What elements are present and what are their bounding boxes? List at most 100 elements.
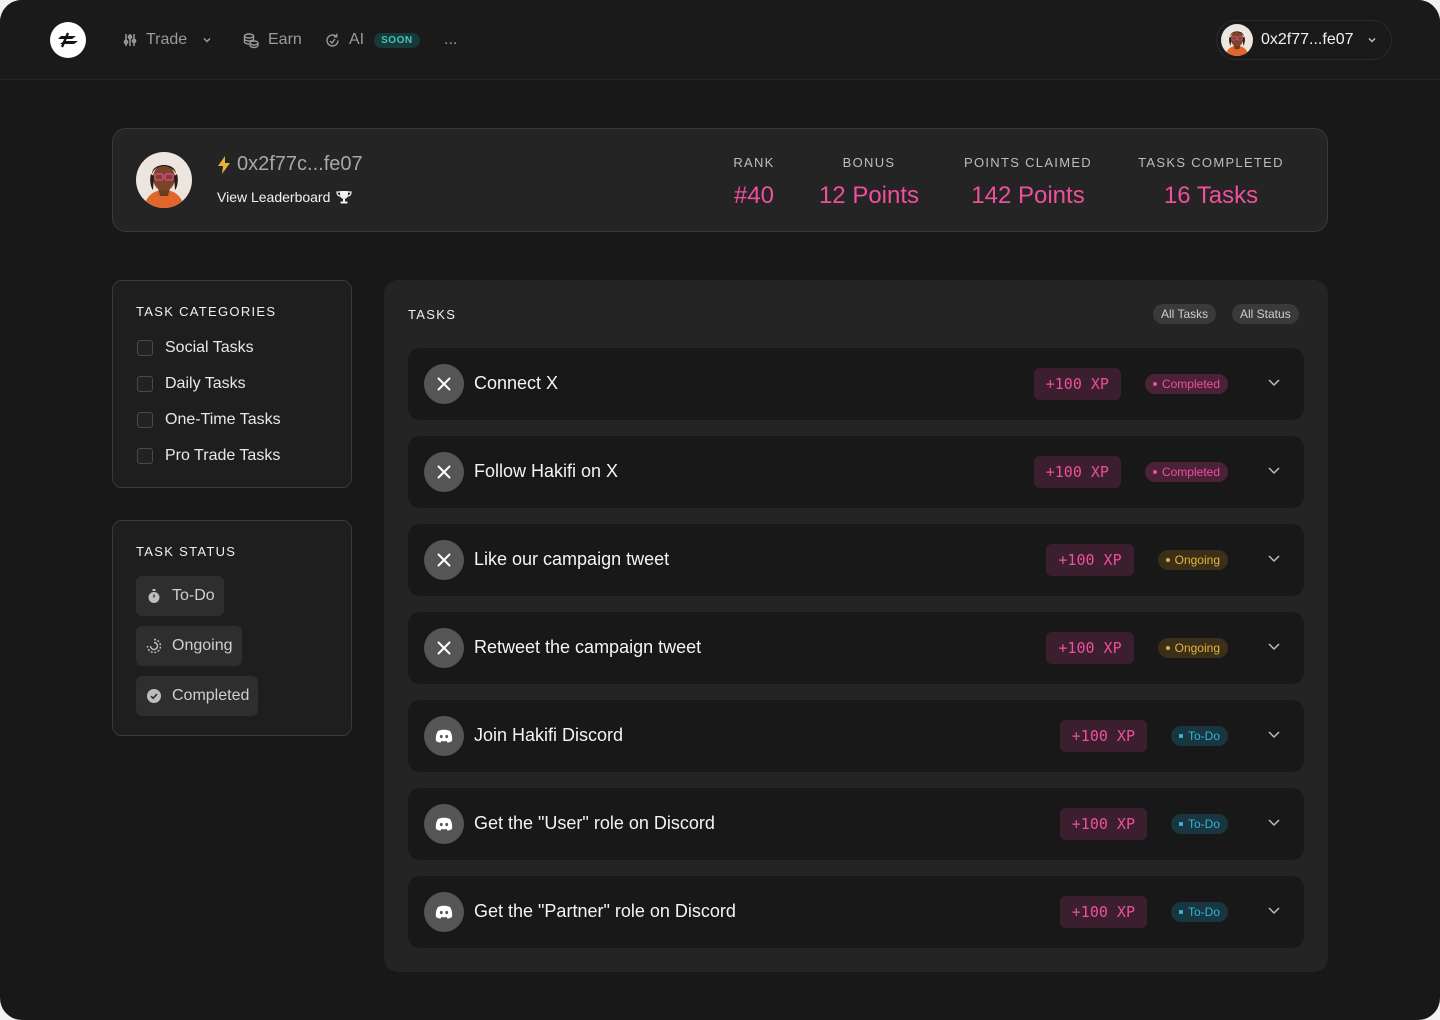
discord-glyph — [435, 905, 453, 919]
stat-label: TASKS COMPLETED — [1138, 155, 1284, 170]
x-logo-icon — [424, 540, 464, 580]
category-social-tasks[interactable]: Social Tasks — [137, 339, 254, 357]
chevron-down-icon[interactable] — [1266, 374, 1282, 390]
task-row[interactable]: Get the "User" role on Discord +100 XP T… — [408, 788, 1304, 860]
tasks-title: TASKS — [408, 307, 457, 322]
profile-card: 0x2f77c...fe07 View Leaderboard RANK #40… — [112, 128, 1328, 232]
filter-all-tasks[interactable]: All Tasks — [1153, 304, 1217, 324]
task-meta: +100 XP Completed — [1033, 456, 1228, 488]
chevron-down-icon[interactable] — [1266, 638, 1282, 654]
task-row[interactable]: Retweet the campaign tweet +100 XP Ongoi… — [408, 612, 1304, 684]
avatar — [136, 152, 192, 208]
category-label: Social Tasks — [165, 339, 254, 356]
status-badge-label: Completed — [1161, 465, 1220, 479]
profile-address-text: 0x2f77c...fe07 — [237, 153, 363, 175]
status-filter-todo[interactable]: To-Do — [136, 576, 224, 616]
category-one-time-tasks[interactable]: One-Time Tasks — [137, 411, 281, 429]
checkbox[interactable] — [137, 340, 153, 356]
chevron-down-icon[interactable] — [1266, 902, 1282, 918]
status-dot-icon — [1165, 646, 1170, 650]
chevron-down-icon — [203, 37, 211, 43]
logo-icon — [58, 32, 78, 48]
checkbox[interactable] — [137, 448, 153, 464]
task-meta: +100 XP Ongoing — [1046, 632, 1228, 664]
task-row[interactable]: Follow Hakifi on X +100 XP Completed — [408, 436, 1304, 508]
stat-label: RANK — [733, 155, 775, 170]
sliders-icon — [123, 34, 137, 46]
status-badge-label: To-Do — [1187, 729, 1220, 743]
checkbox[interactable] — [137, 376, 153, 392]
task-title: Get the "Partner" role on Discord — [474, 901, 736, 921]
status-filter-label: Completed — [172, 687, 250, 704]
stat-value: 16 Tasks — [1163, 182, 1259, 209]
task-meta: +100 XP To-Do — [1059, 808, 1228, 840]
chevron-down-icon[interactable] — [1266, 726, 1282, 742]
filter-all-status[interactable]: All Status — [1232, 304, 1299, 324]
status-dot-icon — [1152, 470, 1157, 474]
task-title: Retweet the campaign tweet — [474, 637, 702, 657]
status-badge: To-Do — [1170, 726, 1228, 746]
status-badge-label: Ongoing — [1174, 641, 1220, 655]
status-filter-ongoing[interactable]: Ongoing — [136, 626, 242, 666]
task-status-panel: TASK STATUS To-Do Ongoing Completed — [112, 520, 352, 736]
coins-icon — [243, 33, 259, 49]
task-title: Like our campaign tweet — [474, 549, 670, 569]
top-nav: Trade Earn AI SOON ... 0x2f77...fe07 — [0, 0, 1440, 80]
view-leaderboard-label: View Leaderboard — [217, 189, 331, 205]
xp-badge: +100 XP — [1033, 368, 1121, 400]
task-row[interactable]: Like our campaign tweet +100 XP Ongoing — [408, 524, 1304, 596]
status-dot-icon — [1178, 734, 1183, 738]
chevron-down-icon[interactable] — [1266, 814, 1282, 830]
task-meta: +100 XP Completed — [1033, 368, 1228, 400]
x-logo-icon — [424, 364, 464, 404]
task-row[interactable]: Get the "Partner" role on Discord +100 X… — [408, 876, 1304, 948]
status-filter-label: Ongoing — [172, 637, 233, 654]
checkbox[interactable] — [137, 412, 153, 428]
category-pro-trade-tasks[interactable]: Pro Trade Tasks — [137, 447, 280, 465]
panel-title: TASK STATUS — [136, 544, 237, 559]
category-label: Pro Trade Tasks — [165, 447, 281, 464]
task-title: Get the "User" role on Discord — [474, 813, 715, 833]
soon-badge: SOON — [374, 32, 420, 48]
task-row[interactable]: Connect X +100 XP Completed — [408, 348, 1304, 420]
discord-icon — [424, 892, 464, 932]
status-badge: Completed — [1144, 374, 1228, 394]
discord-glyph — [435, 817, 453, 831]
xp-badge: +100 XP — [1046, 544, 1134, 576]
xp-badge: +100 XP — [1059, 808, 1147, 840]
status-badge: Ongoing — [1157, 638, 1228, 658]
nav-ai[interactable]: AI SOON — [324, 28, 420, 52]
task-row[interactable]: Join Hakifi Discord +100 XP To-Do — [408, 700, 1304, 772]
chevron-down-icon[interactable] — [1266, 462, 1282, 478]
stat-rank: RANK #40 — [704, 155, 804, 210]
stat-tasks-completed: TASKS COMPLETED 16 Tasks — [1131, 155, 1291, 210]
chevron-down-icon[interactable] — [1266, 550, 1282, 566]
view-leaderboard-link[interactable]: View Leaderboard — [217, 189, 353, 205]
wallet-button[interactable]: 0x2f77...fe07 — [1216, 20, 1392, 60]
task-title: Follow Hakifi on X — [474, 461, 619, 481]
discord-icon — [424, 804, 464, 844]
nav-trade[interactable]: Trade — [122, 28, 213, 52]
nav-earn[interactable]: Earn — [242, 28, 302, 52]
trophy-icon — [336, 191, 353, 204]
lightning-icon — [218, 155, 230, 174]
x-logo-glyph — [437, 553, 451, 567]
task-meta: +100 XP Ongoing — [1046, 544, 1228, 576]
discord-icon — [424, 716, 464, 756]
panel-title: TASK CATEGORIES — [136, 304, 277, 319]
avatar-image — [136, 152, 192, 208]
stat-value: #40 — [733, 182, 775, 209]
status-dot-icon — [1178, 822, 1183, 826]
category-daily-tasks[interactable]: Daily Tasks — [137, 375, 246, 393]
hakifi-logo[interactable] — [50, 22, 86, 58]
task-categories-panel: TASK CATEGORIES Social Tasks Daily Tasks… — [112, 280, 352, 488]
avatar-image — [1221, 24, 1253, 56]
xp-badge: +100 XP — [1059, 896, 1147, 928]
status-badge-label: Completed — [1161, 377, 1220, 391]
stat-value: 142 Points — [971, 182, 1085, 209]
nav-more[interactable]: ... — [444, 28, 457, 52]
x-logo-icon — [424, 628, 464, 668]
discord-glyph — [435, 729, 453, 743]
status-filter-completed[interactable]: Completed — [136, 676, 259, 716]
wallet-address: 0x2f77...fe07 — [1261, 31, 1354, 48]
